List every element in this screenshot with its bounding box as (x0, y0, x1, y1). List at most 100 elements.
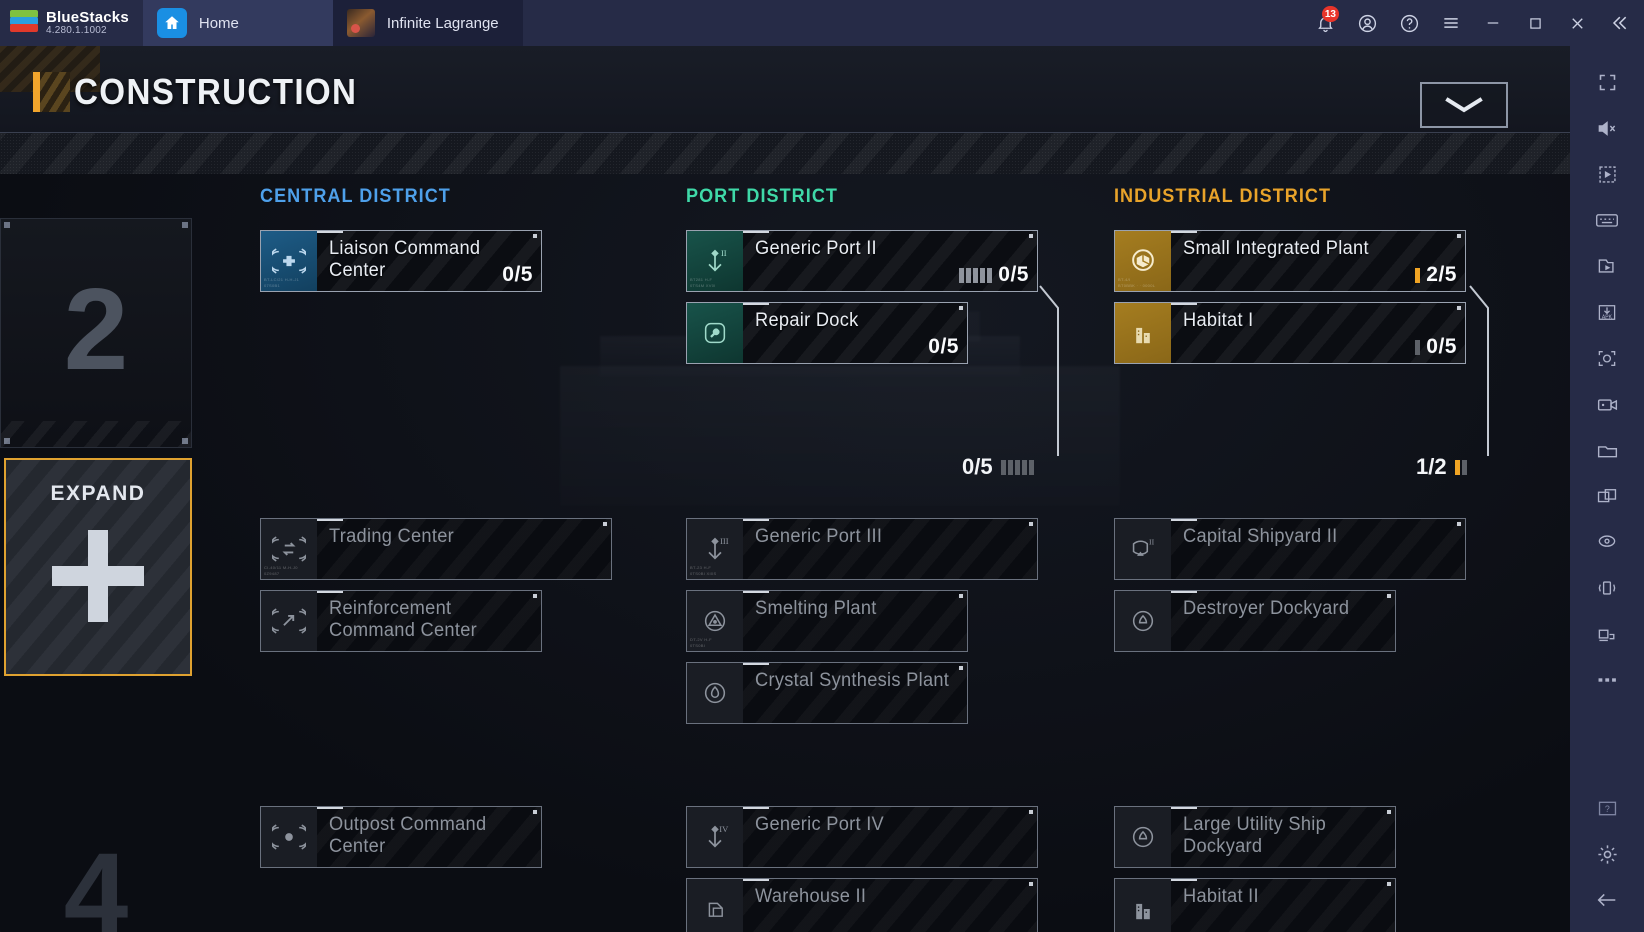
multi-instance-icon[interactable] (1581, 474, 1633, 518)
building-name: Generic Port III (755, 526, 883, 547)
app-root: BlueStacks 4.280.1.1002 Home Infinite La… (0, 0, 1644, 932)
building-card-trading-center[interactable]: CI-40/11 M-H-J0 0Z9487 Trading Center (260, 518, 612, 580)
building-card-capital-shipyard-ii[interactable]: II Capital Shipyard II (1114, 518, 1466, 580)
collapse-panel-button[interactable] (1420, 82, 1508, 128)
settings-gear-icon[interactable] (1581, 832, 1633, 876)
keyboard-controls-icon[interactable] (1581, 198, 1633, 242)
industrial-group-bracket (1469, 285, 1489, 456)
building-name: Crystal Synthesis Plant (755, 670, 950, 691)
svg-text:APK: APK (1602, 314, 1613, 320)
building-card-outpost-command-center[interactable]: Outpost Command Center (260, 806, 542, 868)
base-level-next: 4 (63, 829, 129, 932)
plus-icon (52, 530, 144, 622)
warehouse-icon (687, 879, 743, 932)
anchor-4-icon: IV (687, 807, 743, 867)
building-card-small-integrated-plant[interactable]: BT-4/I BT0BBK · · 0000L Small Integrated … (1114, 230, 1466, 292)
building-name: Outpost Command Center (329, 814, 487, 857)
help-box-icon[interactable]: ? (1581, 786, 1633, 830)
account-button[interactable] (1348, 0, 1386, 46)
shake-device-icon[interactable] (1581, 566, 1633, 610)
column-title-central: CENTRAL DISTRICT (260, 186, 451, 207)
tab-home-label: Home (198, 14, 239, 32)
industrial-group-pips (1454, 459, 1467, 475)
mute-icon[interactable] (1581, 106, 1633, 150)
title-hatch-deco (40, 72, 70, 112)
industrial-group-total: 1/2 (1416, 454, 1467, 480)
building-pips (959, 267, 993, 283)
maximize-button[interactable] (1516, 0, 1554, 46)
column-title-port: PORT DISTRICT (686, 186, 838, 207)
building-pips (1415, 339, 1421, 355)
bluestacks-logo-icon (10, 10, 38, 36)
building-card-generic-port-iii[interactable]: III BT-23 H-F 0TS0BI XI0S Generic Port II… (686, 518, 1038, 580)
building-name: Reinforcement Command Center (329, 598, 477, 641)
port-group-pips (1000, 459, 1034, 475)
building-card-generic-port-ii[interactable]: II BT281 H-F 0TS4M XV0I Generic Port II 0… (686, 230, 1038, 292)
building-name: Trading Center (329, 526, 455, 547)
screenshot-icon[interactable] (1581, 336, 1633, 380)
header-hazard-strip (0, 132, 1570, 174)
building-name: Large Utility Ship Dockyard (1183, 814, 1327, 857)
close-button[interactable] (1558, 0, 1596, 46)
building-card-destroyer-dockyard[interactable]: Destroyer Dockyard (1114, 590, 1396, 652)
tab-home[interactable]: Home (142, 0, 333, 46)
building-count-value: 0/5 (928, 335, 959, 358)
menu-button[interactable] (1432, 0, 1470, 46)
column-title-industrial: INDUSTRIAL DISTRICT (1114, 186, 1332, 207)
building-card-smelting-plant[interactable]: DT-2V H-F 0TS0BI Smelting Plant (686, 590, 968, 652)
fullscreen-icon[interactable] (1581, 60, 1633, 104)
svg-text:?: ? (1604, 804, 1609, 814)
wrench-icon (687, 303, 743, 363)
building-card-repair-dock[interactable]: Repair Dock 0/5 (686, 302, 968, 364)
collapse-sidebar-button[interactable] (1600, 0, 1638, 46)
building-name: Destroyer Dockyard (1183, 598, 1350, 619)
building-count-value: 0/5 (502, 263, 533, 286)
bluestacks-sidebar: APK ? (1570, 46, 1644, 932)
media-folder-icon[interactable] (1581, 428, 1633, 472)
building-name: Capital Shipyard II (1183, 526, 1338, 547)
svg-text:III: III (720, 536, 729, 546)
outpost-icon (261, 807, 317, 867)
building-count: 0/5 (959, 263, 1029, 287)
svg-text:II: II (721, 248, 727, 258)
back-arrow-icon[interactable] (1581, 878, 1633, 922)
industrial-group-total-value: 1/2 (1416, 454, 1447, 479)
page-title-label: CONSTRUCTION (74, 71, 358, 112)
trading-icon: CI-40/11 M-H-J0 0Z9487 (261, 519, 317, 579)
expand-button[interactable]: EXPAND (4, 458, 192, 676)
building-name: Warehouse II (755, 886, 867, 907)
bluestacks-logo: BlueStacks 4.280.1.1002 (0, 0, 143, 46)
building-card-generic-port-iv[interactable]: IV Generic Port IV (686, 806, 1038, 868)
game-viewport: CONSTRUCTION CENTRAL DISTRICT PORT DISTR… (0, 46, 1570, 932)
building-card-reinforcement-command-center[interactable]: Reinforcement Command Center (260, 590, 542, 652)
command-center-icon: BT-LC/21 H-H-J1 07S0B1 (261, 231, 317, 291)
building-card-habitat-i[interactable]: Habitat I 0/5 (1114, 302, 1466, 364)
notification-badge: 13 (1321, 6, 1339, 22)
building-count-value: 2/5 (1426, 263, 1457, 286)
record-video-icon[interactable] (1581, 382, 1633, 426)
multi-select-icon[interactable] (1581, 152, 1633, 196)
help-button[interactable] (1390, 0, 1428, 46)
anchor-2-icon: II BT281 H-F 0TS4M XV0I (687, 231, 743, 291)
app-icon (346, 9, 375, 37)
tab-infinite-lagrange[interactable]: Infinite Lagrange (332, 0, 523, 46)
building-card-large-utility-ship-dockyard[interactable]: Large Utility Ship Dockyard (1114, 806, 1396, 868)
building-card-warehouse-ii[interactable]: Warehouse II (686, 878, 1038, 932)
port-group-total-value: 0/5 (962, 454, 993, 479)
install-apk-icon[interactable]: APK (1581, 290, 1633, 334)
notifications-button[interactable]: 13 (1306, 0, 1344, 46)
building-count: 2/5 (1415, 263, 1457, 287)
building-card-crystal-synthesis-plant[interactable]: Crystal Synthesis Plant (686, 662, 968, 724)
smelting-icon: DT-2V H-F 0TS0BI (687, 591, 743, 651)
minimize-button[interactable] (1474, 0, 1512, 46)
building-card-liaison-command-center[interactable]: BT-LC/21 H-H-J1 07S0B1 Liaison Command Ce… (260, 230, 542, 292)
macro-recorder-icon[interactable] (1581, 244, 1633, 288)
reinforcement-icon (261, 591, 317, 651)
rotate-screen-icon[interactable] (1581, 612, 1633, 656)
more-options-icon[interactable] (1581, 658, 1633, 702)
building-name: Small Integrated Plant (1183, 238, 1369, 259)
building-card-habitat-ii[interactable]: Habitat II (1114, 878, 1396, 932)
expand-button-label: EXPAND (50, 482, 146, 505)
tab-app-label: Infinite Lagrange (386, 14, 499, 32)
location-icon[interactable] (1581, 520, 1633, 564)
